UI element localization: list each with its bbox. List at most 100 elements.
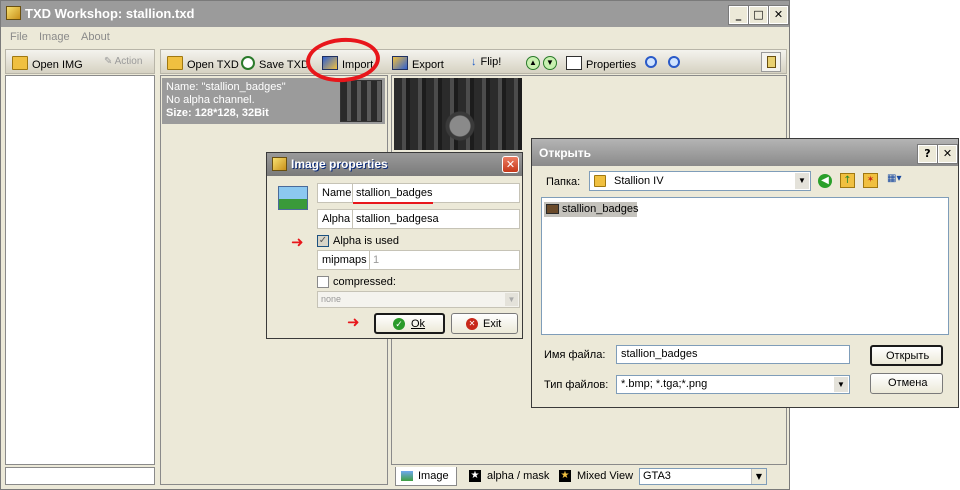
folder-select[interactable]: Stallion IV ▼ (589, 171, 811, 191)
maximize-button[interactable]: □ (748, 5, 769, 25)
properties-icon (566, 56, 582, 70)
close-icon[interactable]: ✕ (502, 156, 519, 173)
close-button[interactable]: ✕ (768, 5, 789, 25)
texture-item[interactable]: Name: "stallion_badges" No alpha channel… (162, 78, 385, 124)
img-file-list[interactable] (5, 75, 155, 465)
zoom-out-icon (668, 56, 680, 68)
filetype-select[interactable]: *.bmp; *.tga;*.png ▼ (616, 375, 850, 394)
chevron-down-icon[interactable]: ▼ (795, 173, 809, 189)
ok-button[interactable]: ✓ Ok (374, 313, 445, 334)
main-title-bar[interactable]: TXD Workshop: stallion.txd _ □ ✕ (1, 1, 789, 27)
save-icon (241, 56, 255, 70)
zoom-out-button[interactable] (668, 56, 680, 74)
tab-image[interactable]: Image (395, 467, 457, 486)
menu-bar: File Image About (1, 27, 789, 47)
compressed-checkbox[interactable] (317, 276, 329, 288)
texture-preview-image (394, 78, 522, 150)
img-search-field[interactable] (5, 467, 155, 485)
menu-image[interactable]: Image (39, 31, 70, 43)
filename-input[interactable]: stallion_badges (616, 345, 850, 364)
ok-arrow-mark: ➜ (347, 313, 360, 331)
alpha-field-group: Alpha stallion_badgesa (317, 209, 520, 229)
folder-icon (12, 56, 28, 70)
view-tabs: Image ★ alpha / mask ★ Mixed View GTA3 ▼ (391, 467, 787, 487)
tab-mixed-view[interactable]: ★ Mixed View (557, 467, 635, 486)
export-icon (392, 56, 408, 70)
zoom-in-icon (645, 56, 657, 68)
open-title-bar[interactable]: Открыть ? ✕ (532, 139, 958, 166)
open-img-button[interactable]: Open IMG (12, 56, 83, 74)
picture-icon (401, 471, 413, 481)
folder-icon (167, 56, 183, 70)
chevron-down-icon[interactable]: ▼ (751, 469, 766, 484)
save-txd-button[interactable]: Save TXD (241, 56, 309, 74)
folder-label: Папка: (546, 176, 581, 188)
filename-label: Имя файла: (544, 349, 606, 361)
texture-thumbnail (340, 80, 382, 122)
window-title: TXD Workshop: stallion.txd (25, 6, 195, 21)
exit-button[interactable]: ✕ Exit (451, 313, 518, 334)
properties-title: Image properties (291, 157, 388, 171)
alpha-used-label: Alpha is used (333, 235, 400, 247)
help-icon[interactable]: ? (917, 144, 938, 164)
down-arrow-icon: ▼ (543, 56, 557, 70)
texture-size: Size: 128*128, 32Bit (166, 107, 269, 119)
folder-icon (594, 175, 606, 187)
alpha-used-checkbox[interactable]: ✓ (317, 235, 329, 247)
clipboard-button[interactable] (761, 52, 781, 72)
star-icon: ★ (559, 470, 571, 482)
app-icon (6, 6, 21, 20)
up-arrow-icon: ▲ (526, 56, 540, 70)
filetype-label: Тип файлов: (544, 379, 609, 391)
main-toolbar: Open TXD Save TXD Import Export ↓ Flip! ▲… (160, 49, 787, 74)
open-button[interactable]: Открыть (870, 345, 943, 366)
name-field-group: Name stallion_badges (317, 183, 520, 203)
menu-about[interactable]: About (81, 31, 110, 43)
open-txd-button[interactable]: Open TXD (167, 56, 239, 74)
mipmaps-field-group: mipmaps 1 (317, 250, 520, 270)
cancel-button[interactable]: Отмена (870, 373, 943, 394)
compressed-label: compressed: (333, 276, 396, 288)
image-icon (278, 186, 308, 210)
chevron-down-icon[interactable]: ▼ (834, 377, 848, 392)
chevron-down-icon[interactable]: ▼ (505, 293, 518, 306)
game-select[interactable]: GTA3 ▼ (639, 468, 767, 485)
zoom-in-button[interactable] (645, 56, 657, 74)
parent-folder-icon[interactable]: ↑ (840, 173, 855, 188)
mipmaps-input[interactable]: 1 (369, 251, 519, 269)
clipboard-icon (767, 56, 776, 68)
image-properties-dialog: Image properties ✕ Name stallion_badges … (266, 152, 523, 339)
move-up-button[interactable]: ▲ (526, 56, 540, 74)
open-title: Открыть (539, 146, 592, 160)
texture-name: Name: "stallion_badges" (166, 81, 286, 93)
star-icon: ★ (469, 470, 481, 482)
minimize-button[interactable]: _ (728, 5, 749, 25)
properties-button[interactable]: Properties (566, 56, 636, 74)
image-file-icon (546, 204, 559, 214)
exit-icon: ✕ (466, 318, 478, 330)
action-button[interactable]: ✎ Action (104, 56, 142, 74)
new-folder-icon[interactable]: ✶ (863, 173, 878, 188)
view-menu-icon[interactable]: ▦▾ (887, 173, 909, 188)
list-item[interactable]: stallion_badges (544, 202, 638, 217)
flip-icon: ↓ (471, 56, 477, 68)
left-toolbar: Open IMG ✎ Action (5, 49, 155, 74)
alpha-input[interactable]: stallion_badgesa (352, 210, 519, 228)
close-icon[interactable]: ✕ (937, 144, 958, 164)
open-file-dialog: Открыть ? ✕ Папка: Stallion IV ▼ ◀ ↑ ✶ ▦… (531, 138, 959, 408)
tab-alpha-mask[interactable]: ★ alpha / mask (465, 467, 553, 486)
flip-button[interactable]: ↓ Flip! (471, 56, 501, 74)
name-underline-mark (353, 202, 433, 204)
menu-file[interactable]: File (10, 31, 28, 43)
properties-title-bar[interactable]: Image properties ✕ (267, 153, 522, 176)
move-down-button[interactable]: ▼ (543, 56, 557, 74)
name-input[interactable]: stallion_badges (352, 184, 519, 202)
properties-app-icon (272, 157, 287, 171)
back-icon[interactable]: ◀ (818, 174, 832, 188)
file-list[interactable]: stallion_badges (541, 197, 949, 335)
alpha-arrow-mark: ➜ (291, 233, 304, 251)
compression-select[interactable]: none ▼ (317, 291, 520, 308)
check-icon: ✓ (393, 318, 405, 330)
export-button[interactable]: Export (392, 56, 444, 74)
texture-alpha-info: No alpha channel. (166, 94, 255, 106)
